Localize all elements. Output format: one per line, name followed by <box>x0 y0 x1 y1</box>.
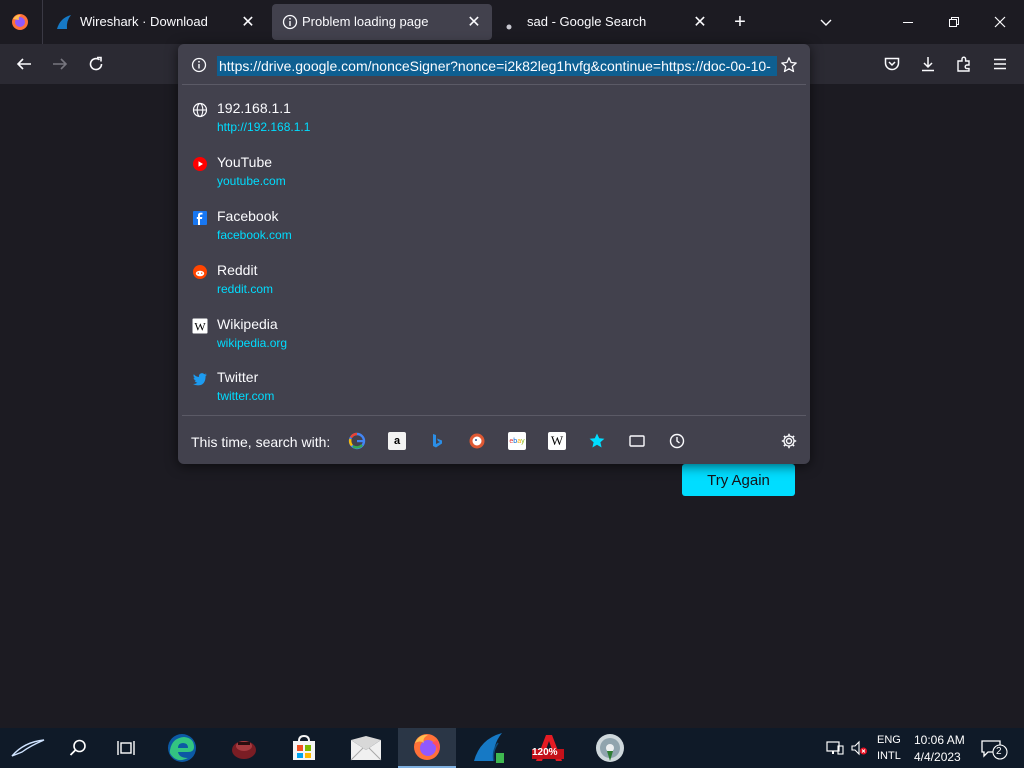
wikipedia-icon[interactable]: W <box>548 432 566 450</box>
tab-wireshark[interactable]: Wireshark · Download ✕ <box>46 4 266 40</box>
try-again-button[interactable]: Try Again <box>682 464 795 496</box>
language-layout[interactable]: INTL <box>877 750 901 762</box>
duckduckgo-icon[interactable] <box>468 432 486 450</box>
tab-problem-loading[interactable]: Problem loading page ✕ <box>272 4 492 40</box>
extensions-button[interactable] <box>950 50 978 78</box>
suggestion-url: http://192.168.1.1 <box>217 120 311 134</box>
youtube-icon <box>192 156 208 172</box>
mail-icon[interactable] <box>344 728 388 768</box>
autocad-zoom-label: 120% <box>532 747 558 758</box>
suggestion-title: 192.168.1.1 <box>217 100 291 116</box>
restore-button[interactable] <box>940 8 968 36</box>
bookmarks-icon[interactable] <box>588 432 606 450</box>
suggestion-item[interactable]: Facebook facebook.com <box>188 208 788 256</box>
suggestion-item[interactable]: YouTube youtube.com <box>188 154 788 202</box>
tab-title: Wireshark · Download <box>80 14 208 29</box>
suggestion-title: Facebook <box>217 208 279 224</box>
suggestion-title: Wikipedia <box>217 316 278 332</box>
network-icon[interactable] <box>826 740 844 756</box>
language-code[interactable]: ENG <box>877 734 901 746</box>
ebay-icon[interactable]: ebay <box>508 432 526 450</box>
globe-icon <box>192 102 208 118</box>
search-with-label: This time, search with: <box>191 434 331 450</box>
task-view-icon[interactable] <box>104 728 148 768</box>
tab-close-icon[interactable]: ✕ <box>462 10 486 34</box>
wireshark-icon[interactable] <box>466 728 510 768</box>
back-button[interactable] <box>10 50 38 78</box>
volume-muted-icon[interactable] <box>850 740 868 756</box>
suggestion-item[interactable]: W Wikipedia wikipedia.org <box>188 316 788 364</box>
divider <box>182 84 806 85</box>
search-icon[interactable] <box>56 728 100 768</box>
firefox-menu-icon[interactable] <box>10 12 30 32</box>
tab-google-search[interactable]: sad - Google Search ✕ <box>498 4 718 40</box>
store-icon[interactable] <box>282 728 326 768</box>
app-icon[interactable] <box>222 728 266 768</box>
suggestion-title: YouTube <box>217 154 273 170</box>
twitter-icon <box>192 371 208 387</box>
list-all-tabs-button[interactable] <box>812 8 840 36</box>
svg-text:W: W <box>194 320 206 334</box>
pocket-button[interactable] <box>878 50 906 78</box>
close-window-button[interactable] <box>986 8 1014 36</box>
search-settings-gear-icon[interactable] <box>780 432 798 450</box>
tab-close-icon[interactable]: ✕ <box>236 10 260 34</box>
suggestion-item[interactable]: 192.168.1.1 http://192.168.1.1 <box>188 100 788 148</box>
tab-close-icon[interactable]: ✕ <box>688 10 712 34</box>
suggestion-item[interactable]: Twitter twitter.com <box>188 369 788 417</box>
notifications-icon[interactable]: 2 <box>980 738 1008 760</box>
site-info-icon[interactable] <box>190 56 208 74</box>
tabs-icon[interactable] <box>628 432 646 450</box>
suggestion-title: Reddit <box>217 262 258 278</box>
info-favicon-icon <box>282 14 298 30</box>
suggestion-url: reddit.com <box>217 282 274 296</box>
reddit-icon <box>192 264 208 280</box>
downloads-button[interactable] <box>914 50 942 78</box>
firefox-icon[interactable] <box>398 728 456 768</box>
start-button[interactable] <box>6 728 50 768</box>
suggestion-url: youtube.com <box>217 174 286 188</box>
history-icon[interactable] <box>668 432 686 450</box>
autocad-icon[interactable]: 120% <box>526 728 570 768</box>
google-icon[interactable] <box>348 432 366 450</box>
edge-icon[interactable] <box>160 728 204 768</box>
tab-strip: Wireshark · Download ✕ Problem loading p… <box>0 0 1024 44</box>
new-tab-button[interactable]: + <box>726 8 754 36</box>
one-off-search-row: This time, search with: a ebay W <box>178 424 810 460</box>
taskbar: 120% ENG INTL 10:06 AM 4/4/2023 2 <box>0 728 1024 768</box>
facebook-icon <box>192 210 208 226</box>
minimize-button[interactable] <box>894 8 922 36</box>
suggestion-title: Twitter <box>217 369 259 385</box>
clock-time[interactable]: 10:06 AM <box>914 733 965 747</box>
suggestion-url: twitter.com <box>217 389 275 403</box>
wireshark-favicon-icon <box>56 14 72 30</box>
reload-button[interactable] <box>82 50 110 78</box>
clock-date[interactable]: 4/4/2023 <box>914 750 961 764</box>
bing-icon[interactable] <box>428 432 446 450</box>
menu-button[interactable] <box>986 50 1014 78</box>
forward-button[interactable] <box>46 50 74 78</box>
tab-divider <box>42 0 43 44</box>
loading-dot-icon <box>506 18 512 30</box>
url-dropdown: https://drive.google.com/nonceSigner?non… <box>178 44 810 464</box>
wikipedia-icon: W <box>192 318 208 334</box>
url-input[interactable]: https://drive.google.com/nonceSigner?non… <box>217 56 777 76</box>
suggestion-url: wikipedia.org <box>217 336 288 350</box>
tab-title: sad - Google Search <box>527 14 647 29</box>
suggestion-url: facebook.com <box>217 228 292 242</box>
notification-count: 2 <box>996 746 1002 757</box>
divider <box>182 415 806 416</box>
amazon-icon[interactable]: a <box>388 432 406 450</box>
installer-icon[interactable] <box>588 728 632 768</box>
tab-title: Problem loading page <box>302 14 429 29</box>
address-bar[interactable]: https://drive.google.com/nonceSigner?non… <box>184 50 804 80</box>
bookmark-star-icon[interactable] <box>780 56 798 74</box>
suggestion-item[interactable]: Reddit reddit.com <box>188 262 788 310</box>
